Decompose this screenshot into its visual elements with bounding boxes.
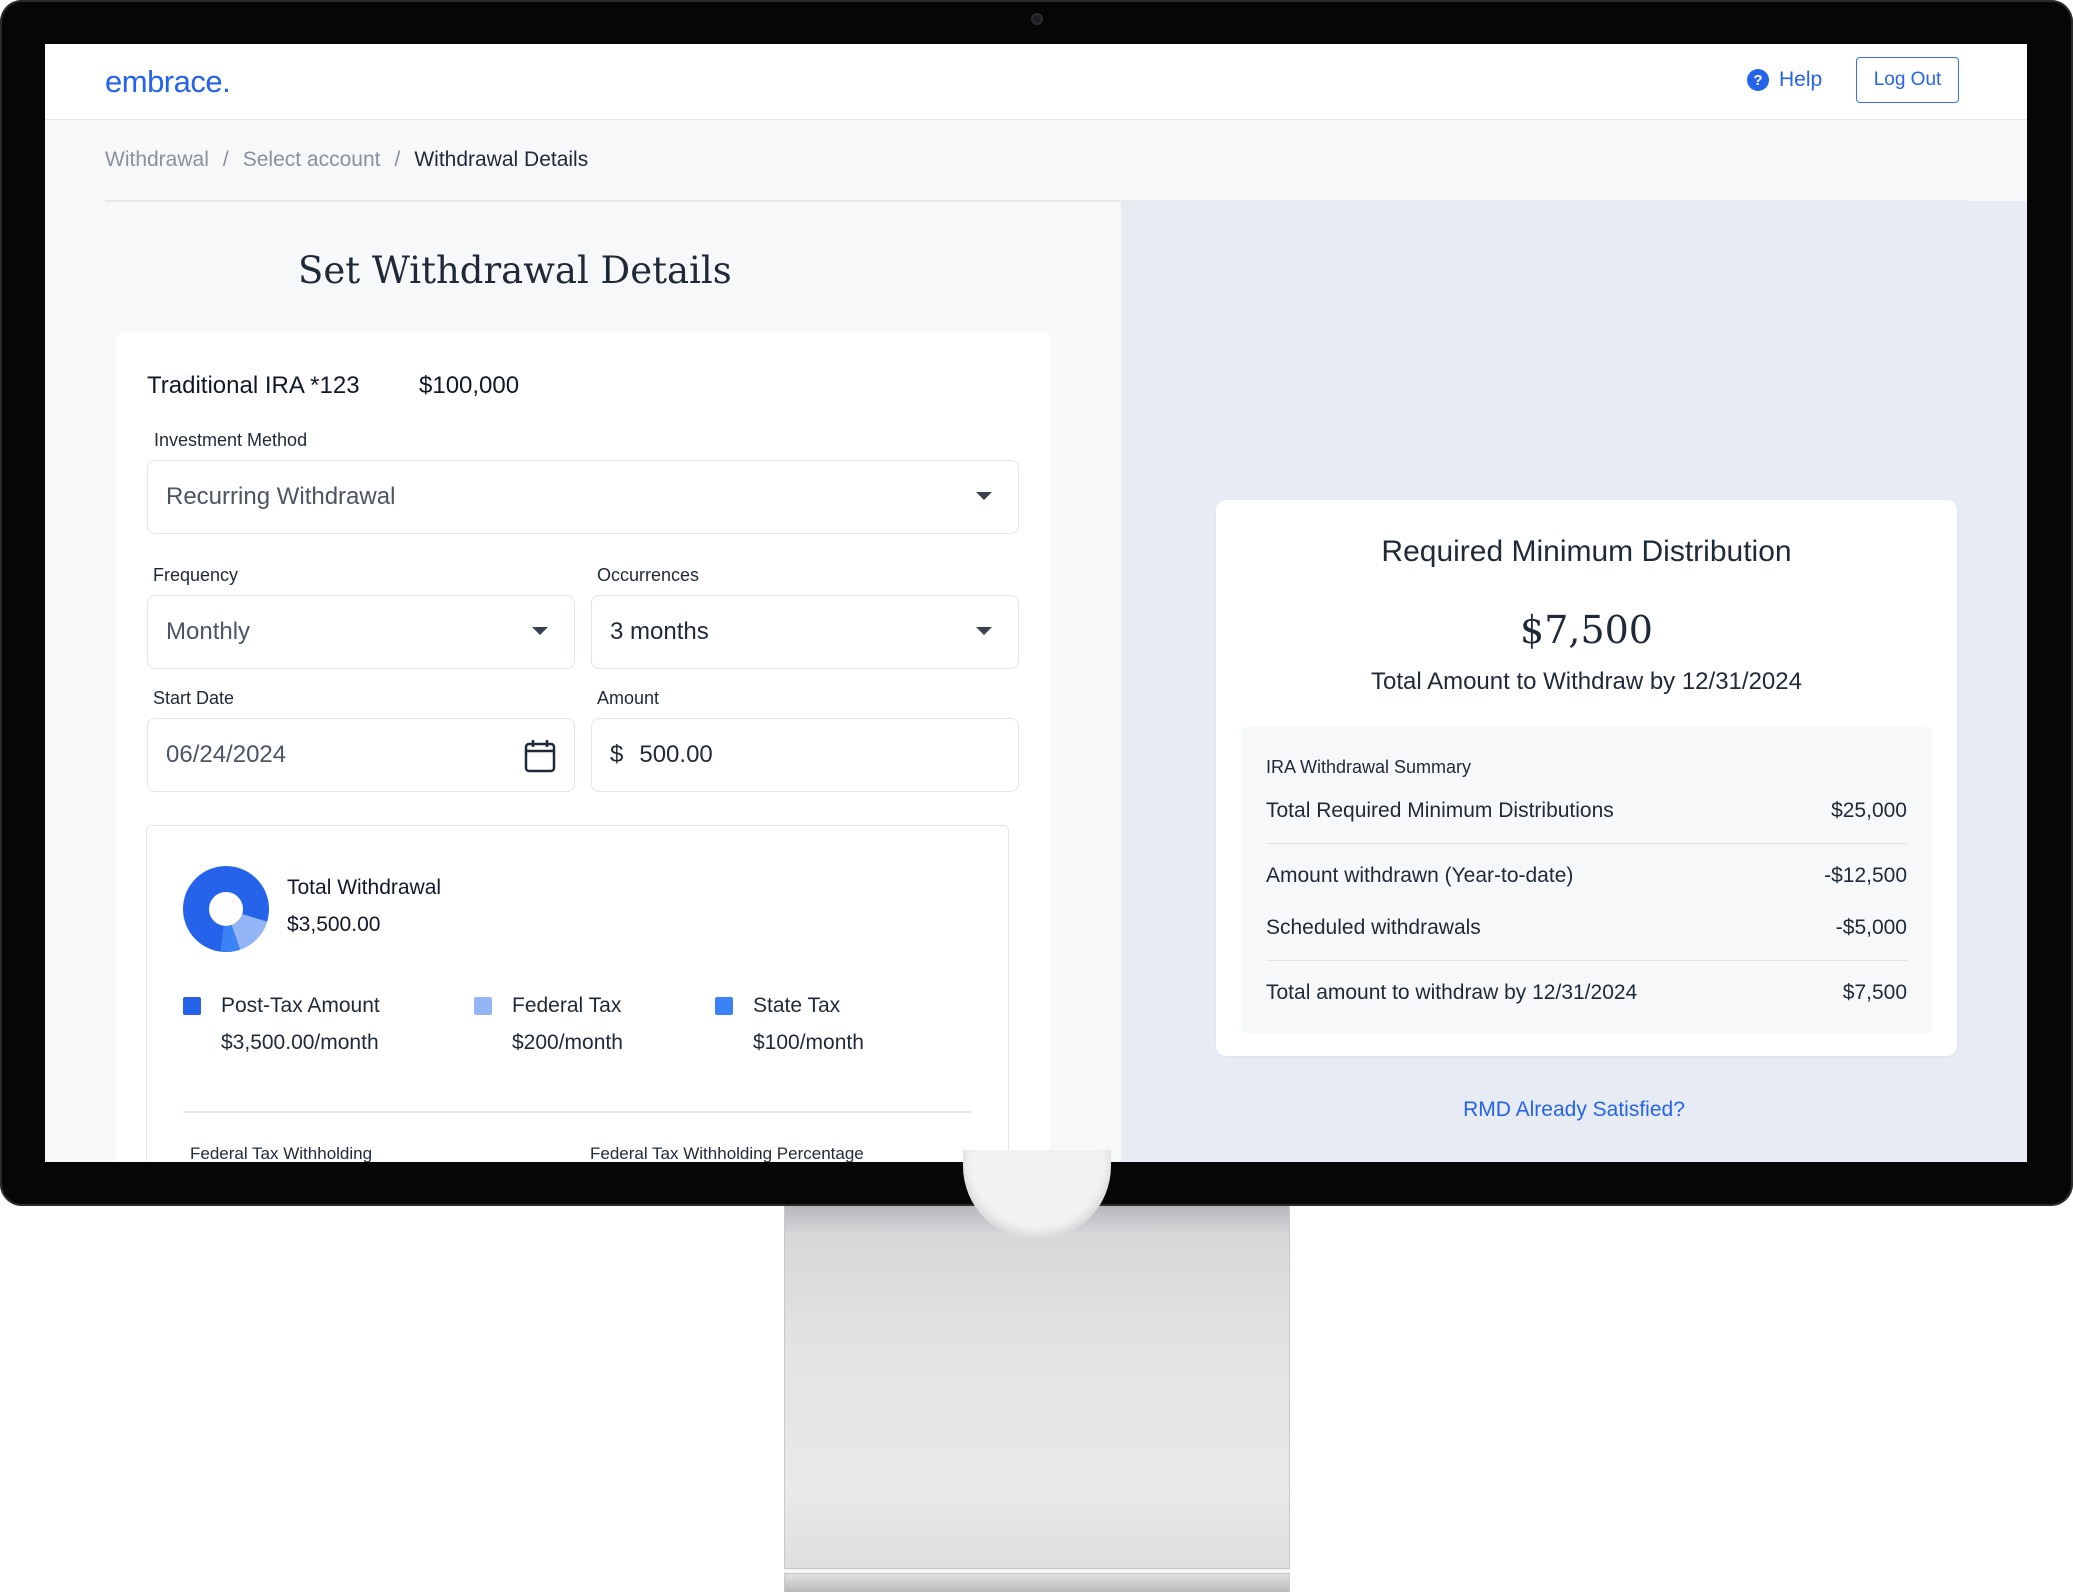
breadcrumb-withdrawal[interactable]: Withdrawal <box>105 148 209 172</box>
help-link[interactable]: ? Help <box>1747 68 1822 92</box>
help-label: Help <box>1779 68 1823 91</box>
summary-row-label: Scheduled withdrawals <box>1266 916 1481 939</box>
start-date-value: 06/24/2024 <box>166 741 287 768</box>
occurrences-value: 3 months <box>610 618 709 645</box>
rmd-title: Required Minimum Distribution <box>1381 535 1792 568</box>
total-withdrawal-label: Total Withdrawal <box>287 876 442 899</box>
ira-withdrawal-summary: IRA Withdrawal Summary Total Required Mi… <box>1241 727 1932 1033</box>
summary-row: Amount withdrawn (Year-to-date) -$12,500 <box>1266 864 1907 888</box>
rmd-panel: Required Minimum Distribution $7,500 Tot… <box>1121 201 2027 1162</box>
summary-row-value: $25,000 <box>1831 799 1907 822</box>
breadcrumb: Withdrawal / Select account / Withdrawal… <box>105 148 588 172</box>
withdrawal-donut-chart <box>183 866 269 952</box>
investment-method-select[interactable]: Recurring Withdrawal <box>147 460 1019 534</box>
rmd-card: Required Minimum Distribution $7,500 Tot… <box>1216 500 1957 1056</box>
occurrences-label: Occurrences <box>597 565 700 585</box>
federal-tax-withholding-label: Federal Tax Withholding <box>190 1144 373 1162</box>
investment-method-label: Investment Method <box>154 430 308 450</box>
legend-swatch <box>183 997 201 1015</box>
amount-input[interactable]: $ 500.00 <box>591 718 1019 792</box>
start-date-input[interactable]: 06/24/2024 <box>147 718 575 792</box>
app-screen: embrace. ? Help Log Out Withdrawal / Sel… <box>45 44 2027 1162</box>
amount-value: 500.00 <box>639 741 713 768</box>
legend-value: $3,500.00/month <box>221 1031 379 1054</box>
summary-row-label: Total Required Minimum Distributions <box>1266 799 1614 822</box>
chevron-down-icon <box>976 627 992 635</box>
chevron-down-icon <box>532 627 548 635</box>
account-balance: $100,000 <box>419 372 520 399</box>
investment-method-value: Recurring Withdrawal <box>166 483 396 510</box>
breadcrumb-current: Withdrawal Details <box>414 148 589 171</box>
legend-name: Post-Tax Amount <box>221 994 380 1017</box>
summary-row-value: -$12,500 <box>1824 864 1907 887</box>
frequency-value: Monthly <box>166 618 251 645</box>
page-title: Set Withdrawal Details <box>298 249 732 292</box>
breadcrumb-separator: / <box>394 148 401 171</box>
occurrences-select[interactable]: 3 months <box>591 595 1019 669</box>
question-icon: ? <box>1747 69 1769 91</box>
legend-swatch <box>474 997 492 1015</box>
breakdown-divider <box>183 1111 972 1113</box>
summary-row-label: Total amount to withdraw by 12/31/2024 <box>1266 981 1638 1004</box>
monitor-bezel: embrace. ? Help Log Out Withdrawal / Sel… <box>0 0 2073 1206</box>
legend-value: $200/month <box>512 1031 623 1054</box>
withdrawal-breakdown: Total Withdrawal $3,500.00 Post-Tax Amou… <box>146 825 1009 1162</box>
summary-heading: IRA Withdrawal Summary <box>1266 757 1472 777</box>
rmd-amount: $7,500 <box>1520 608 1653 652</box>
legend-swatch <box>715 997 733 1015</box>
summary-row-total: Total amount to withdraw by 12/31/2024 $… <box>1266 981 1907 1005</box>
camera-icon <box>1031 13 1043 25</box>
rmd-subtitle: Total Amount to Withdraw by 12/31/2024 <box>1371 668 1802 695</box>
breadcrumb-select-account[interactable]: Select account <box>243 148 381 172</box>
summary-row-value: $7,500 <box>1842 981 1907 1004</box>
total-withdrawal-value: $3,500.00 <box>287 913 381 936</box>
summary-row-label: Amount withdrawn (Year-to-date) <box>1266 864 1574 887</box>
federal-tax-withholding-percentage-label: Federal Tax Withholding Percentage <box>590 1144 864 1162</box>
calendar-icon[interactable] <box>524 739 556 773</box>
legend-name: Federal Tax <box>512 994 622 1017</box>
monitor-stand-base <box>784 1568 1290 1574</box>
summary-divider <box>1266 960 1907 961</box>
account-name: Traditional IRA *123 <box>147 372 360 399</box>
breadcrumb-separator: / <box>222 148 229 171</box>
currency-symbol: $ <box>610 741 624 768</box>
withdrawal-form-card: Traditional IRA *123 $100,000 Investment… <box>116 332 1051 1162</box>
summary-divider <box>1266 843 1907 844</box>
start-date-label: Start Date <box>153 688 235 708</box>
frequency-select[interactable]: Monthly <box>147 595 575 669</box>
amount-label: Amount <box>597 688 660 708</box>
summary-row: Scheduled withdrawals -$5,000 <box>1266 916 1907 940</box>
top-nav: embrace. ? Help Log Out <box>45 44 2027 120</box>
summary-row-value: -$5,000 <box>1835 916 1907 939</box>
summary-row: Total Required Minimum Distributions $25… <box>1266 799 1907 823</box>
frequency-label: Frequency <box>153 565 239 585</box>
legend-value: $100/month <box>753 1031 864 1054</box>
logout-button[interactable]: Log Out <box>1856 57 1959 103</box>
monitor-stand <box>784 1195 1290 1592</box>
legend-name: State Tax <box>753 994 841 1017</box>
rmd-already-satisfied-link[interactable]: RMD Already Satisfied? <box>1121 1098 2027 1122</box>
chevron-down-icon <box>976 492 992 500</box>
brand-logo[interactable]: embrace. <box>105 64 231 100</box>
